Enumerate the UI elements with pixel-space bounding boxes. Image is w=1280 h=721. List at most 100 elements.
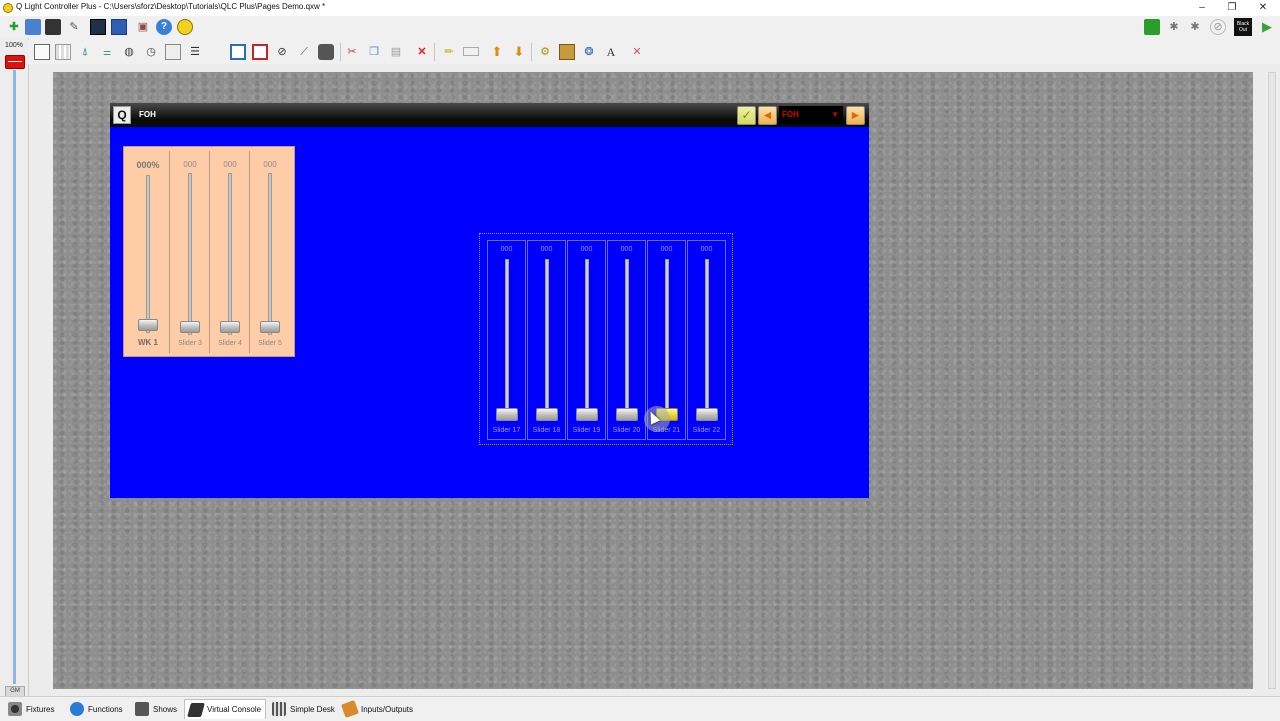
slider-track[interactable] [705, 259, 709, 415]
slider-column: 000 Slider 3 [169, 151, 210, 353]
simple-desk-icon [272, 702, 286, 716]
slider-handle[interactable] [616, 408, 638, 421]
slider-handle[interactable] [180, 321, 200, 333]
scrollbar-thumb[interactable] [1268, 72, 1276, 689]
audio-triggers-icon[interactable]: ⟋ [296, 44, 312, 60]
slider-handle[interactable] [496, 408, 518, 421]
grand-master-knob[interactable] [5, 55, 25, 69]
slider-track[interactable] [228, 173, 232, 335]
label-icon[interactable]: ⊘ [274, 44, 290, 60]
font-icon[interactable]: A [603, 44, 619, 60]
app-bulb-icon [3, 3, 13, 13]
frame-collapse-icon[interactable]: Q [113, 106, 131, 124]
slider-group-frame[interactable]: 000% WK 1 000 Slider 3 000 Slider 4 000 … [123, 146, 295, 357]
dmx-grid-icon[interactable] [111, 19, 127, 35]
slider-track[interactable] [545, 259, 549, 415]
new-file-icon[interactable]: ✚ [6, 19, 22, 35]
slider-icon[interactable]: ⍋ [77, 44, 93, 60]
stop-functions-icon[interactable]: ✱ [1166, 19, 1182, 35]
window-title-bar: Q Light Controller Plus - C:\Users\sforz… [0, 0, 1280, 16]
run-mode-icon[interactable]: ▶ [1259, 19, 1275, 35]
rename-icon[interactable] [463, 47, 479, 56]
next-page-button[interactable]: ► [846, 106, 865, 125]
disabled-icon[interactable]: ⊘ [1210, 19, 1226, 35]
page-select[interactable]: FOH ▼ [779, 106, 843, 124]
tools-icon[interactable]: ✕ [629, 44, 645, 60]
monitor-icon[interactable] [90, 19, 106, 35]
speed-dial-icon[interactable]: ◷ [143, 44, 159, 60]
solo-frame-icon[interactable] [252, 44, 268, 60]
slider-value: 000 [183, 160, 197, 169]
slider-track[interactable] [146, 175, 150, 333]
slider-matrix-icon[interactable]: ⚌ [99, 44, 115, 60]
vertical-scrollbar[interactable] [1266, 72, 1278, 689]
tab-inputs-outputs[interactable]: Inputs/Outputs [339, 699, 417, 719]
tab-label: Virtual Console [207, 705, 262, 714]
slider-value: 000 [620, 246, 633, 253]
slider-handle[interactable] [260, 321, 280, 333]
button-icon[interactable] [34, 44, 50, 60]
solo-frame[interactable]: 000 Slider 17 000 Slider 18 000 Slider 1… [479, 233, 733, 445]
knob-icon[interactable]: ◍ [121, 44, 137, 60]
button-matrix-icon[interactable] [55, 44, 71, 60]
cue-list-icon[interactable]: ☰ [187, 44, 203, 60]
font-color-icon[interactable]: ❂ [581, 44, 597, 60]
delete-icon[interactable]: ✕ [414, 44, 430, 60]
frame-enable-button[interactable]: ✓ [737, 106, 756, 125]
toolbar-separator [531, 43, 532, 61]
frame-header[interactable]: Q FOH ✓ ◄ FOH ▼ ► [110, 103, 869, 127]
slider-track[interactable] [188, 173, 192, 335]
tab-shows[interactable]: Shows [131, 699, 181, 719]
slider-widget: 000 Slider 22 [687, 240, 726, 440]
tab-simple-desk[interactable]: Simple Desk [268, 699, 339, 719]
tab-label: Simple Desk [290, 704, 335, 714]
fade-icon[interactable]: ✱ [1187, 19, 1203, 35]
tab-virtual-console[interactable]: Virtual Console [184, 699, 267, 719]
blackout-button[interactable]: Black Out [1234, 18, 1252, 36]
bulb-icon[interactable] [177, 19, 193, 35]
cut-icon[interactable]: ✂ [344, 44, 360, 60]
minimize-button[interactable]: – [1187, 0, 1217, 16]
blackout-label: Black Out [1236, 21, 1250, 33]
about-icon[interactable]: ▣ [135, 19, 151, 35]
slider-handle[interactable] [696, 408, 718, 421]
xy-pad-icon[interactable] [165, 44, 181, 60]
maximize-button[interactable]: ❐ [1217, 0, 1247, 16]
save-icon[interactable] [25, 19, 41, 35]
paste-icon[interactable]: ▤ [388, 44, 404, 60]
send-down-icon[interactable]: ⬇ [511, 44, 527, 60]
slider-value: 000 [540, 246, 553, 253]
slider-track[interactable] [665, 259, 669, 415]
grand-master-track[interactable] [13, 70, 16, 684]
save-as-icon[interactable] [45, 19, 61, 35]
slider-value: 000% [136, 160, 160, 170]
live-edit-icon[interactable] [1144, 19, 1160, 35]
toolbar-separator [340, 43, 341, 61]
copy-icon[interactable]: ❐ [366, 44, 382, 60]
clock-icon[interactable] [318, 44, 334, 60]
slider-label: Slider 4 [218, 340, 242, 347]
previous-page-button[interactable]: ◄ [758, 106, 777, 125]
bring-up-icon[interactable]: ⬆ [489, 44, 505, 60]
tab-functions[interactable]: Functions [66, 699, 127, 719]
frame-icon[interactable] [230, 44, 246, 60]
slider-track[interactable] [585, 259, 589, 415]
virtual-console-toolbar: ⍋ ⚌ ◍ ◷ ☰ ⊘ ⟋ ✂ ❐ ▤ ✕ ✏ ⬆ ⬇ ⚙ ❂ A ✕ [28, 40, 1280, 64]
tab-fixtures[interactable]: Fixtures [4, 699, 58, 719]
properties-icon[interactable]: ⚙ [537, 44, 553, 60]
slider-handle[interactable] [220, 321, 240, 333]
slider-label: Slider 3 [178, 340, 202, 347]
slider-handle[interactable] [138, 319, 158, 331]
slider-handle[interactable] [576, 408, 598, 421]
slider-widget: 000 Slider 17 [487, 240, 526, 440]
open-icon[interactable]: ✎ [66, 19, 82, 35]
help-icon[interactable]: ? [156, 19, 172, 35]
background-image-icon[interactable] [559, 44, 575, 60]
foh-frame[interactable]: Q FOH ✓ ◄ FOH ▼ ► 000% WK 1 000 Slider 3… [110, 103, 869, 498]
slider-track[interactable] [625, 259, 629, 415]
slider-track[interactable] [268, 173, 272, 335]
slider-track[interactable] [505, 259, 509, 415]
close-button[interactable]: ✕ [1248, 0, 1278, 16]
edit-icon[interactable]: ✏ [441, 44, 457, 60]
slider-handle[interactable] [536, 408, 558, 421]
